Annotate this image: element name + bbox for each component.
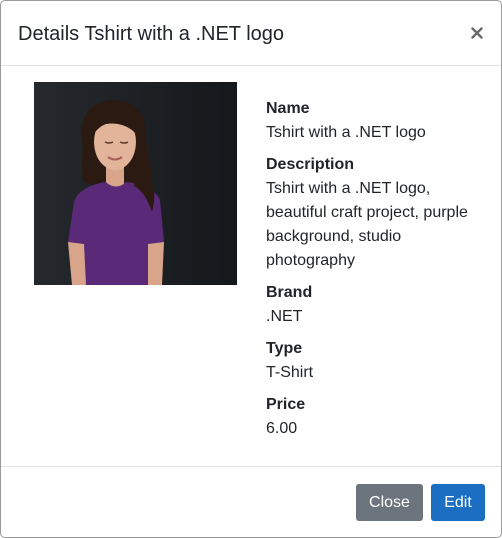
name-value: Tshirt with a .NET logo — [266, 124, 426, 141]
edit-button[interactable]: Edit — [431, 484, 485, 521]
close-icon — [471, 27, 483, 39]
name-label: Name — [266, 100, 310, 117]
product-details-dialog: Details Tshirt with a .NET logo Name Tsh… — [0, 0, 502, 538]
modal-footer: Close Edit — [1, 466, 501, 538]
product-details-list: Name Tshirt with a .NET logo Description… — [266, 97, 481, 449]
close-x-button[interactable] — [465, 17, 489, 43]
type-label: Type — [266, 340, 303, 357]
price-label: Price — [266, 396, 306, 413]
type-value: T-Shirt — [266, 364, 314, 381]
brand-label: Brand — [266, 284, 313, 301]
price-value: 6.00 — [266, 420, 298, 437]
product-image — [34, 82, 237, 285]
brand-value: .NET — [266, 308, 303, 325]
close-button[interactable]: Close — [356, 484, 423, 521]
modal-header: Details Tshirt with a .NET logo — [1, 1, 501, 66]
description-label: Description — [266, 156, 355, 173]
description-value: Tshirt with a .NET logo, beautiful craft… — [266, 180, 468, 269]
modal-title: Details Tshirt with a .NET logo — [18, 23, 285, 45]
